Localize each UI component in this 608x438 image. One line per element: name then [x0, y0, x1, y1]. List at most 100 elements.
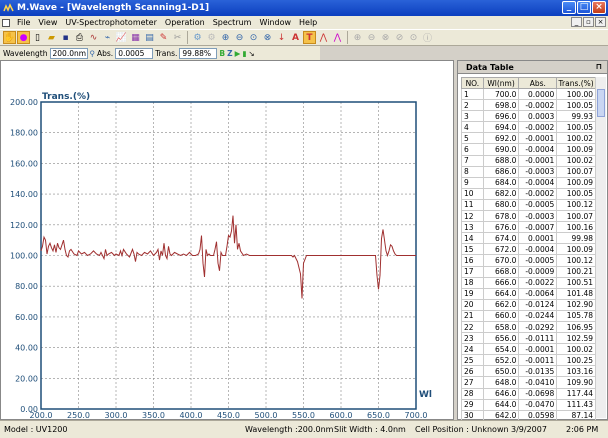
peaks-icon[interactable]: ⋀	[331, 31, 344, 44]
table-row[interactable]: 13 676.0 -0.0007 100.16	[461, 221, 596, 234]
start-icon[interactable]: ▶	[235, 49, 241, 58]
lamp-icon[interactable]: ●	[17, 31, 30, 44]
settings-icon[interactable]: ⚙	[191, 31, 204, 44]
table-row[interactable]: 15 672.0 -0.0004 100.09	[461, 243, 596, 256]
arrow-down-icon[interactable]: ↓	[275, 31, 288, 44]
data-table-scrollbar[interactable]	[595, 77, 606, 418]
menu-view[interactable]: View	[34, 18, 61, 27]
divide-icon[interactable]: ⊘	[393, 31, 406, 44]
abs-field[interactable]: 0.0005	[115, 47, 154, 59]
menu-window[interactable]: Window	[255, 18, 295, 27]
wavelength-icon[interactable]: ∿	[87, 31, 100, 44]
peak-icon[interactable]: ⋀	[317, 31, 330, 44]
zoom-out-icon[interactable]: ⊖	[233, 31, 246, 44]
scrollbar-thumb[interactable]	[597, 89, 605, 117]
column-header-no[interactable]: NO.	[461, 77, 484, 89]
table-row[interactable]: 9 684.0 -0.0004 100.09	[461, 176, 596, 189]
add-icon[interactable]: ⊕	[351, 31, 364, 44]
close-button[interactable]: ×	[592, 1, 606, 14]
table-row[interactable]: 17 668.0 -0.0009 100.21	[461, 265, 596, 278]
table-row[interactable]: 12 678.0 -0.0003 100.07	[461, 210, 596, 223]
spectrum-chart[interactable]: 200.0 250.0 300.0 350.0 400.0 450.0 500.0 550.0…	[1, 61, 453, 420]
trans-field[interactable]: 99.88%	[179, 47, 218, 59]
row-trans: 100.16	[556, 221, 596, 234]
row-abs: -0.0470	[518, 398, 558, 411]
mdi-restore-button[interactable]: ▫	[583, 17, 594, 27]
mdi-minimize-button[interactable]: _	[571, 17, 582, 27]
window-title: M.Wave - [Wavelength Scanning1-D1]	[17, 3, 210, 13]
goto-wavelength-icon[interactable]: ⚲	[90, 49, 96, 58]
stop-icon[interactable]: ▮	[242, 49, 246, 58]
print-icon[interactable]: ⎙	[73, 31, 86, 44]
table-row[interactable]: 20 662.0 -0.0124 102.90	[461, 298, 596, 311]
pin-icon[interactable]: ⊓	[596, 62, 602, 71]
chart-icon[interactable]: 📈	[115, 31, 128, 44]
baseline-icon[interactable]: B	[219, 49, 225, 58]
pen-icon[interactable]: ✎	[157, 31, 170, 44]
zero-icon[interactable]: Z	[227, 49, 232, 58]
table-row[interactable]: 1 700.0 0.0000 100.00	[461, 87, 596, 101]
table-row[interactable]: 2 698.0 -0.0002 100.05	[461, 99, 596, 112]
row-wavelength: 686.0	[482, 165, 520, 178]
table-row[interactable]: 24 654.0 -0.0001 100.02	[461, 343, 596, 356]
zoom-x-icon[interactable]: ⊗	[261, 31, 274, 44]
table-row[interactable]: 19 664.0 -0.0064 101.48	[461, 287, 596, 300]
zoom-in-icon[interactable]: ⊕	[219, 31, 232, 44]
subtract-icon[interactable]: ⊖	[365, 31, 378, 44]
table-row[interactable]: 3 696.0 0.0003 99.93	[461, 110, 596, 123]
text-a-icon[interactable]: A	[289, 31, 302, 44]
row-wavelength: 676.0	[482, 221, 520, 234]
row-trans: 100.25	[556, 354, 596, 367]
table-row[interactable]: 8 686.0 -0.0003 100.07	[461, 165, 596, 178]
table-row[interactable]: 29 644.0 -0.0470 111.43	[461, 398, 596, 411]
text-t-icon[interactable]: T	[303, 31, 316, 44]
x-tick-label: 250.0	[67, 411, 90, 419]
table-row[interactable]: 4 694.0 -0.0002 100.05	[461, 121, 596, 134]
measure-icon[interactable]: ✋	[3, 31, 16, 44]
document-icon[interactable]	[2, 18, 10, 27]
table-row[interactable]: 10 682.0 -0.0002 100.05	[461, 187, 596, 200]
open-icon[interactable]: ▰	[45, 31, 58, 44]
new-icon[interactable]: ▯	[31, 31, 44, 44]
table-row[interactable]: 14 674.0 0.0001 99.98	[461, 232, 596, 245]
table-row[interactable]: 28 646.0 -0.0698 117.44	[461, 387, 596, 400]
menu-operation[interactable]: Operation	[161, 18, 209, 27]
minimize-button[interactable]: _	[562, 1, 576, 14]
row-wavelength: 674.0	[482, 232, 520, 245]
cursor-icon[interactable]: ↘	[249, 49, 255, 58]
zoom-fit-icon[interactable]: ⊙	[247, 31, 260, 44]
column-header-trans[interactable]: Trans.(%)	[556, 77, 596, 89]
table-row[interactable]: 6 690.0 -0.0004 100.09	[461, 143, 596, 156]
y-tick-label: 100.00	[10, 252, 38, 261]
save-icon[interactable]: ▪	[59, 31, 72, 44]
menu-spectrum[interactable]: Spectrum	[209, 18, 256, 27]
table-row[interactable]: 27 648.0 -0.0410 109.90	[461, 376, 596, 389]
table-row[interactable]: 11 680.0 -0.0005 100.12	[461, 198, 596, 212]
table-row[interactable]: 22 658.0 -0.0292 106.95	[461, 320, 596, 334]
menu-file[interactable]: File	[13, 18, 34, 27]
table-row[interactable]: 23 656.0 -0.0111 102.59	[461, 332, 596, 345]
table-icon[interactable]: ▤	[143, 31, 156, 44]
table-row[interactable]: 5 692.0 -0.0001 100.02	[461, 132, 596, 145]
table-row[interactable]: 26 650.0 -0.0135 103.16	[461, 365, 596, 378]
row-number: 21	[461, 309, 484, 322]
menu-uv-spectrophotometer[interactable]: UV-Spectrophotometer	[61, 18, 161, 27]
scan-icon[interactable]: ⌁	[101, 31, 114, 44]
wavelength-field[interactable]: 200.0nm	[49, 47, 88, 59]
menu-help[interactable]: Help	[295, 18, 321, 27]
table-row[interactable]: 21 660.0 -0.0244 105.78	[461, 309, 596, 322]
mdi-close-button[interactable]: ×	[595, 17, 606, 27]
grid-icon[interactable]: ▦	[129, 31, 142, 44]
column-header-abs[interactable]: Abs.	[518, 77, 558, 89]
maximize-button[interactable]: □	[577, 1, 591, 14]
disabled-icon[interactable]: ⚙	[205, 31, 218, 44]
column-header-wavelength[interactable]: Wl(nm)	[482, 77, 520, 89]
multiply-icon[interactable]: ⊗	[379, 31, 392, 44]
reset-icon[interactable]: ⊙	[407, 31, 420, 44]
eraser-icon[interactable]: ✂	[171, 31, 184, 44]
table-row[interactable]: 18 666.0 -0.0022 100.51	[461, 276, 596, 289]
table-row[interactable]: 25 652.0 -0.0011 100.25	[461, 354, 596, 367]
table-row[interactable]: 16 670.0 -0.0005 100.12	[461, 254, 596, 267]
table-row[interactable]: 7 688.0 -0.0001 100.02	[461, 154, 596, 167]
info-icon[interactable]: ⓘ	[421, 31, 434, 44]
